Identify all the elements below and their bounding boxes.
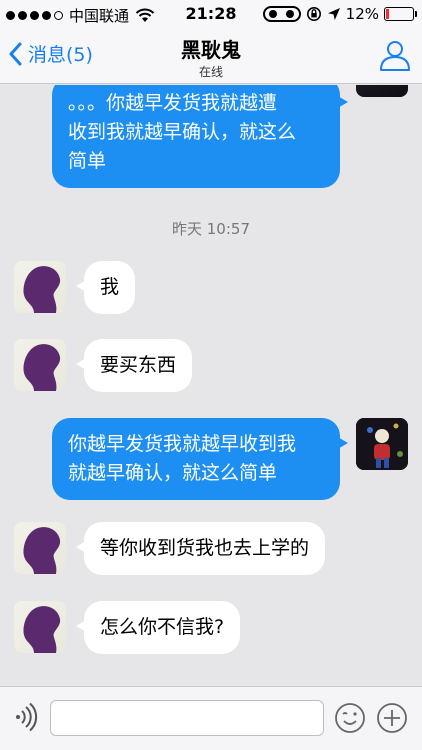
- contact-name: 黑耿鬼: [181, 38, 241, 62]
- battery-icon: [384, 7, 417, 21]
- plus-icon[interactable]: [376, 702, 408, 734]
- voice-icon[interactable]: [10, 702, 40, 732]
- message-bubble-incoming[interactable]: 我: [75, 261, 136, 314]
- contact-avatar[interactable]: [14, 339, 66, 391]
- message-line: 就越早确认，就这么简单: [68, 462, 278, 484]
- profile-icon[interactable]: [378, 38, 412, 72]
- qq-icon: [262, 6, 301, 22]
- message-input[interactable]: [50, 700, 324, 736]
- input-bar: [0, 686, 422, 750]
- location-icon: [327, 8, 340, 20]
- message-bubble-outgoing[interactable]: 你越早发货我就越早收到我 就越早确认，就这么简单: [52, 418, 348, 500]
- message-bubble-outgoing[interactable]: 。。。你越早发货我就越遭 收到我就越早确认，就这么 简单: [52, 85, 348, 188]
- message-text: 等你收到货我也去上学的: [100, 537, 310, 559]
- emoji-icon[interactable]: [334, 702, 366, 734]
- nav-bar: 消息(5) 黑耿鬼 在线: [0, 28, 422, 84]
- message-bubble-incoming[interactable]: 等你收到货我也去上学的: [75, 522, 326, 575]
- battery-percent: 12%: [345, 5, 379, 23]
- message-text: 怎么你不信我?: [100, 616, 225, 638]
- message-bubble-incoming[interactable]: 要买东西: [75, 339, 193, 392]
- status-bar: 中国联通 21:28 12%: [0, 0, 422, 28]
- message-line: 简单: [68, 150, 107, 172]
- online-status: 在线: [198, 65, 223, 79]
- message-line: 收到我就越早确认，就这么: [68, 121, 297, 143]
- self-avatar[interactable]: [356, 85, 408, 97]
- chat-area[interactable]: 。。。你越早发货我就越遭 收到我就越早确认，就这么 简单 昨天 10:57 我 …: [0, 85, 422, 685]
- status-right: 12%: [262, 5, 417, 23]
- contact-avatar[interactable]: [14, 522, 66, 574]
- contact-avatar[interactable]: [14, 261, 66, 313]
- message-line: 你越早发货我就越早收到我: [68, 433, 297, 455]
- message-text: 我: [100, 276, 120, 298]
- message-text: 要买东西: [100, 354, 177, 376]
- message-bubble-incoming[interactable]: 怎么你不信我?: [75, 601, 241, 654]
- lock-rotation-icon: [306, 7, 321, 21]
- contact-avatar[interactable]: [14, 601, 66, 653]
- self-avatar[interactable]: [356, 418, 408, 470]
- message-line: 。。。你越早发货我就越遭: [68, 92, 278, 114]
- message-timestamp: 昨天 10:57: [172, 220, 250, 238]
